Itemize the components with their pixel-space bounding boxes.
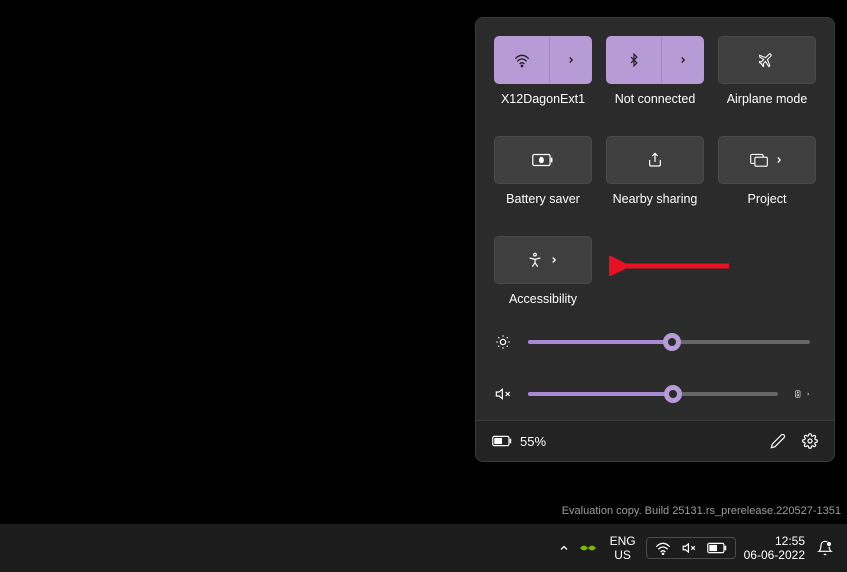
sliders-section xyxy=(476,328,834,420)
nearby-toggle[interactable] xyxy=(606,136,704,184)
bluetooth-label: Not connected xyxy=(615,92,696,106)
brightness-slider-row xyxy=(494,334,810,350)
tile-bluetooth: Not connected xyxy=(606,36,704,128)
airplane-icon xyxy=(759,52,775,68)
tile-wifi: X12DagonExt1 xyxy=(494,36,592,128)
volume-output-selector[interactable] xyxy=(794,387,810,401)
tray-wifi-icon xyxy=(655,541,671,555)
brightness-slider-thumb[interactable] xyxy=(663,333,681,351)
airplane-toggle[interactable] xyxy=(718,36,816,84)
taskbar: ENG US 12:55 06-06-2022 xyxy=(0,524,847,572)
share-icon xyxy=(647,152,663,168)
accessibility-icon xyxy=(527,252,543,268)
accessibility-label: Accessibility xyxy=(509,292,577,306)
accessibility-toggle[interactable] xyxy=(494,236,592,284)
tray-overflow-button[interactable] xyxy=(558,542,570,554)
tile-project: Project xyxy=(718,136,816,228)
edit-quick-settings-button[interactable] xyxy=(770,433,786,449)
chevron-right-icon xyxy=(678,55,688,65)
tile-nearby: Nearby sharing xyxy=(606,136,704,228)
brightness-slider[interactable] xyxy=(528,340,810,344)
chevron-right-icon xyxy=(549,255,559,265)
quick-settings-panel: X12DagonExt1 Not connected Airplane mode Ba… xyxy=(475,17,835,462)
nearby-label: Nearby sharing xyxy=(613,192,698,206)
tile-accessibility: Accessibility xyxy=(494,236,592,328)
nvidia-tray-icon[interactable] xyxy=(576,541,600,555)
settings-button[interactable] xyxy=(802,433,818,449)
language-top: ENG xyxy=(610,534,636,548)
battery-saver-toggle[interactable] xyxy=(494,136,592,184)
chevron-right-icon xyxy=(774,155,784,165)
system-tray[interactable] xyxy=(646,537,736,559)
language-bottom: US xyxy=(610,548,636,562)
battery-saver-icon xyxy=(532,153,554,167)
wifi-toggle[interactable] xyxy=(494,36,592,84)
notification-bell-icon[interactable] xyxy=(813,540,837,556)
chevron-right-icon xyxy=(566,55,576,65)
battery-status-button[interactable]: 55% xyxy=(492,434,546,449)
battery-percent-label: 55% xyxy=(520,434,546,449)
tray-battery-icon xyxy=(707,542,727,554)
clock-button[interactable]: 12:55 06-06-2022 xyxy=(742,534,807,563)
wifi-expand-button[interactable] xyxy=(549,37,591,83)
clock-date: 06-06-2022 xyxy=(744,548,805,562)
wifi-label: X12DagonExt1 xyxy=(501,92,585,106)
tile-airplane: Airplane mode xyxy=(718,36,816,128)
quick-settings-footer: 55% xyxy=(476,420,834,461)
volume-slider[interactable] xyxy=(528,392,778,396)
airplane-label: Airplane mode xyxy=(727,92,808,106)
project-label: Project xyxy=(748,192,787,206)
bluetooth-icon xyxy=(627,52,641,68)
wifi-icon xyxy=(514,52,530,68)
language-indicator[interactable]: ENG US xyxy=(606,534,640,563)
bluetooth-toggle[interactable] xyxy=(606,36,704,84)
volume-slider-row xyxy=(494,386,810,402)
battery-saver-label: Battery saver xyxy=(506,192,580,206)
clock-time: 12:55 xyxy=(744,534,805,548)
project-icon xyxy=(750,153,768,167)
evaluation-watermark: Evaluation copy. Build 25131.rs_prerelea… xyxy=(562,505,841,517)
quick-settings-tiles: X12DagonExt1 Not connected Airplane mode Ba… xyxy=(476,18,834,328)
bluetooth-expand-button[interactable] xyxy=(661,37,703,83)
brightness-icon xyxy=(494,334,512,350)
tile-battery-saver: Battery saver xyxy=(494,136,592,228)
wifi-toggle-main[interactable] xyxy=(495,37,549,83)
project-toggle[interactable] xyxy=(718,136,816,184)
tray-volume-muted-icon xyxy=(681,541,697,555)
volume-slider-thumb[interactable] xyxy=(664,385,682,403)
volume-muted-icon xyxy=(494,386,512,402)
bluetooth-toggle-main[interactable] xyxy=(607,37,661,83)
